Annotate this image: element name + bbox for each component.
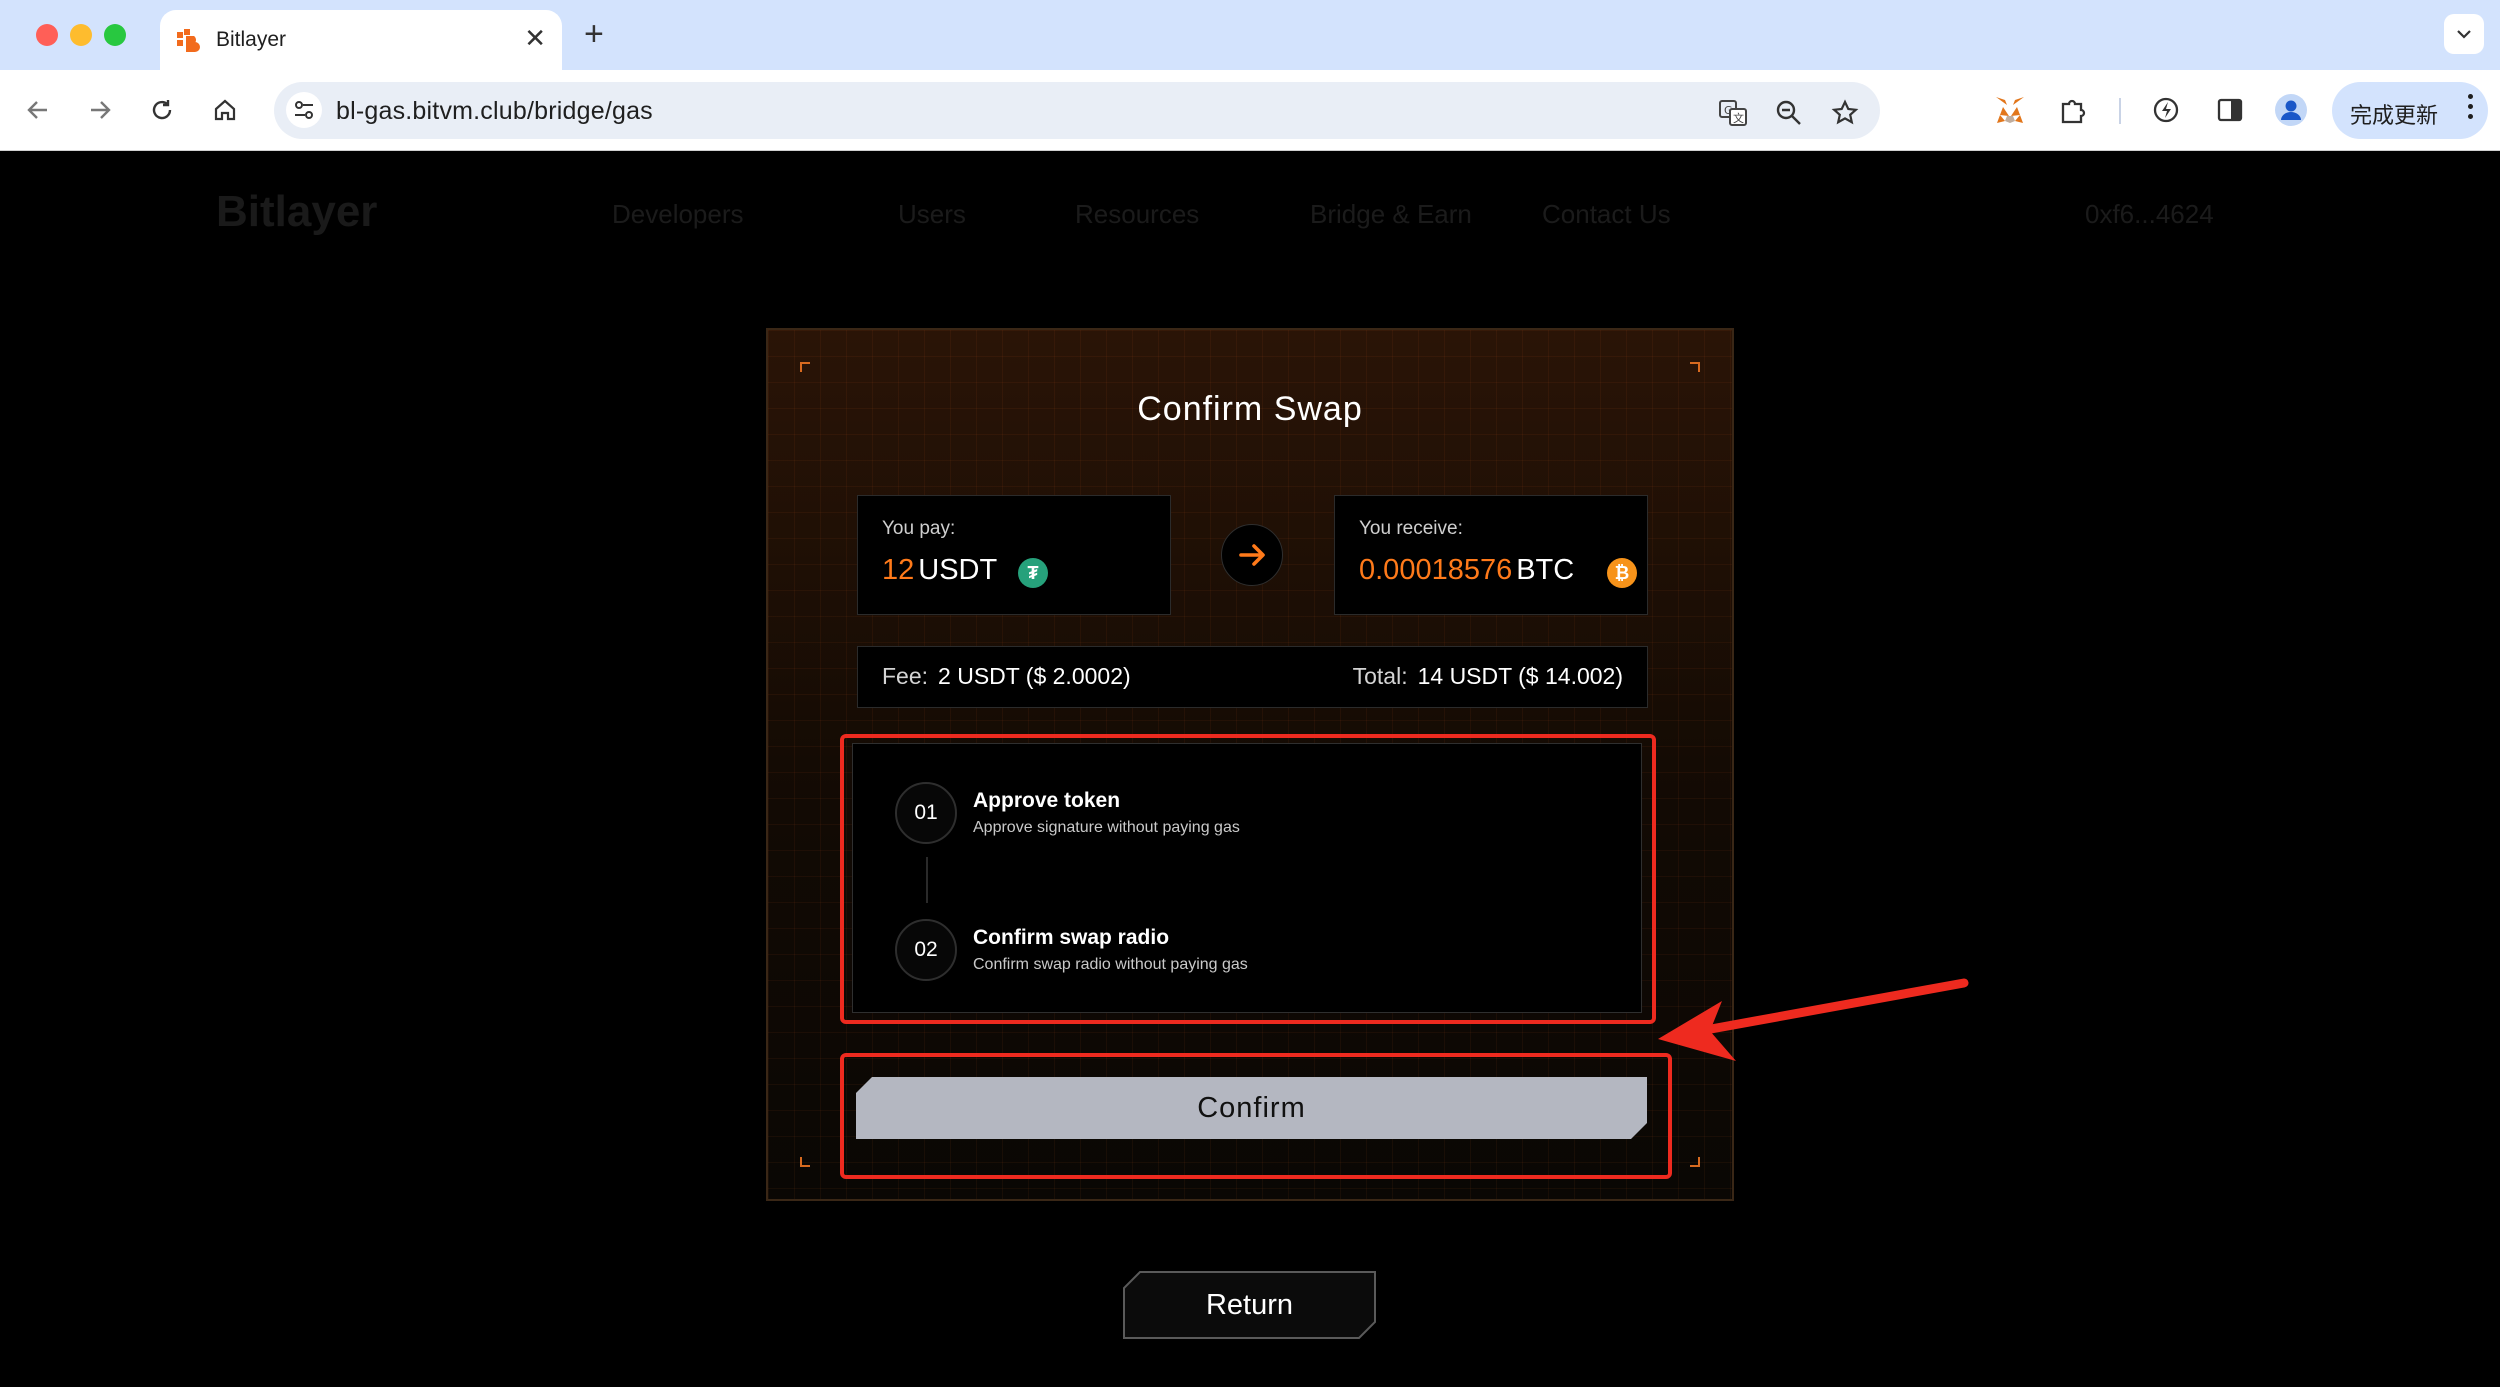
extensions-puzzle-icon[interactable] [2055,92,2091,128]
nav-item-developers: Developers [612,199,744,229]
side-panel-icon[interactable] [2212,92,2248,128]
step-title: Confirm swap radio [973,926,1170,949]
window-close-button[interactable] [36,24,58,46]
corner-decoration [1690,362,1700,372]
browser-tab-active[interactable]: Bitlayer ✕ [160,10,562,70]
you-receive-label: You receive: [1359,518,1463,539]
fee-info: Fee: 2 USDT ($ 2.0002) [882,663,1131,690]
wallet-address: 0xf6...4624 [2085,199,2214,229]
receive-unit: BTC [1516,554,1575,586]
step-connector [926,857,928,903]
corner-decoration [1690,1157,1700,1167]
svg-text:文: 文 [1733,111,1744,125]
annotation-arrow-icon [1658,978,1969,1061]
btc-coin-icon: ₿ [1607,558,1637,588]
return-button[interactable]: Return [1125,1273,1374,1337]
nav-item-bridge-earn: Bridge & Earn [1310,199,1472,229]
zoom-icon[interactable] [1772,96,1806,130]
arrow-left-icon [27,101,47,119]
home-icon [214,99,236,121]
reload-button[interactable] [142,90,182,130]
step-number-badge: 01 [895,782,957,844]
more-vertical-icon [2466,94,2474,119]
step-description: Confirm swap radio without paying gas [973,956,1248,973]
tab-search-button[interactable] [2444,14,2484,54]
you-receive-card: You receive: 0.00018576 BTC ₿ [1334,495,1648,615]
forward-button[interactable] [80,90,120,130]
modal-title: Confirm Swap [1137,390,1363,428]
arrow-right-icon [91,101,111,119]
step-description: Approve signature without paying gas [973,819,1240,836]
address-bar[interactable]: bl-gas.bitvm.club/bridge/gas G文 [274,82,1880,139]
window-maximize-button[interactable] [104,24,126,46]
nav-item-contact-us: Contact Us [1542,199,1671,229]
back-button[interactable] [18,90,58,130]
url-text[interactable]: bl-gas.bitvm.club/bridge/gas [336,97,653,126]
receive-amount-value: 0.00018576 [1359,554,1513,586]
usdt-coin-icon: ₮ [1018,558,1048,588]
new-tab-icon[interactable]: + [584,14,604,54]
pay-amount-value: 12 [882,554,915,586]
corner-decoration [800,362,810,372]
total-info: Total: 14 USDT ($ 14.002) [1353,663,1623,690]
site-logo: Bitlayer [216,187,378,236]
total-value: 14 USDT ($ 14.002) [1417,663,1623,689]
site-info-button[interactable] [286,92,322,128]
metamask-extension-icon[interactable] [1992,92,2028,128]
chevron-down-icon [2457,30,2471,39]
update-button-label: 完成更新 [2350,104,2439,129]
fee-label: Fee: [882,663,929,689]
confirm-swap-modal: Confirm Swap You pay: 12 USDT ₮ You recei… [766,328,1734,1201]
total-label: Total: [1352,663,1408,689]
you-pay-label: You pay: [882,518,956,539]
toolbar-separator [2119,98,2121,124]
arrow-right-icon [1239,544,1265,566]
fee-value: 2 USDT ($ 2.0002) [938,663,1131,689]
swap-direction-indicator [1221,524,1283,586]
tab-title: Bitlayer [216,28,287,51]
update-button[interactable]: 完成更新 [2332,82,2488,139]
reload-icon [152,100,172,120]
step-number-badge: 02 [895,919,957,981]
profile-avatar-icon[interactable] [2273,92,2309,128]
translate-icon[interactable]: G文 [1716,96,1750,130]
page-content: Bitlayer Developers Users Resources Brid… [0,151,2500,1387]
performance-icon[interactable] [2148,92,2184,128]
corner-decoration [800,1157,810,1167]
you-pay-amount: 12 USDT [882,554,997,587]
bookmark-star-icon[interactable] [1828,96,1862,130]
home-button[interactable] [205,90,245,130]
pay-unit: USDT [918,554,998,586]
nav-item-resources: Resources [1075,199,1200,229]
window-minimize-button[interactable] [70,24,92,46]
bitlayer-favicon-icon [177,29,200,52]
tune-icon [295,101,313,119]
you-receive-amount: 0.00018576 BTC [1359,554,1574,587]
you-pay-card: You pay: 12 USDT ₮ [857,495,1171,615]
browser-tab-bar: Bitlayer ✕ + [0,0,2500,70]
step-title: Approve token [973,789,1121,812]
swap-steps-panel: 01 Approve token Approve signature witho… [852,743,1642,1013]
confirm-button[interactable]: Confirm [856,1077,1647,1139]
tab-close-icon[interactable]: ✕ [524,25,546,51]
nav-item-users: Users [898,199,966,229]
site-navigation: Bitlayer Developers Users Resources Brid… [0,181,2500,241]
fee-summary-bar: Fee: 2 USDT ($ 2.0002) Total: 14 USDT ($ 1… [857,646,1648,708]
browser-toolbar: bl-gas.bitvm.club/bridge/gas G文 完成更新 [0,70,2500,151]
